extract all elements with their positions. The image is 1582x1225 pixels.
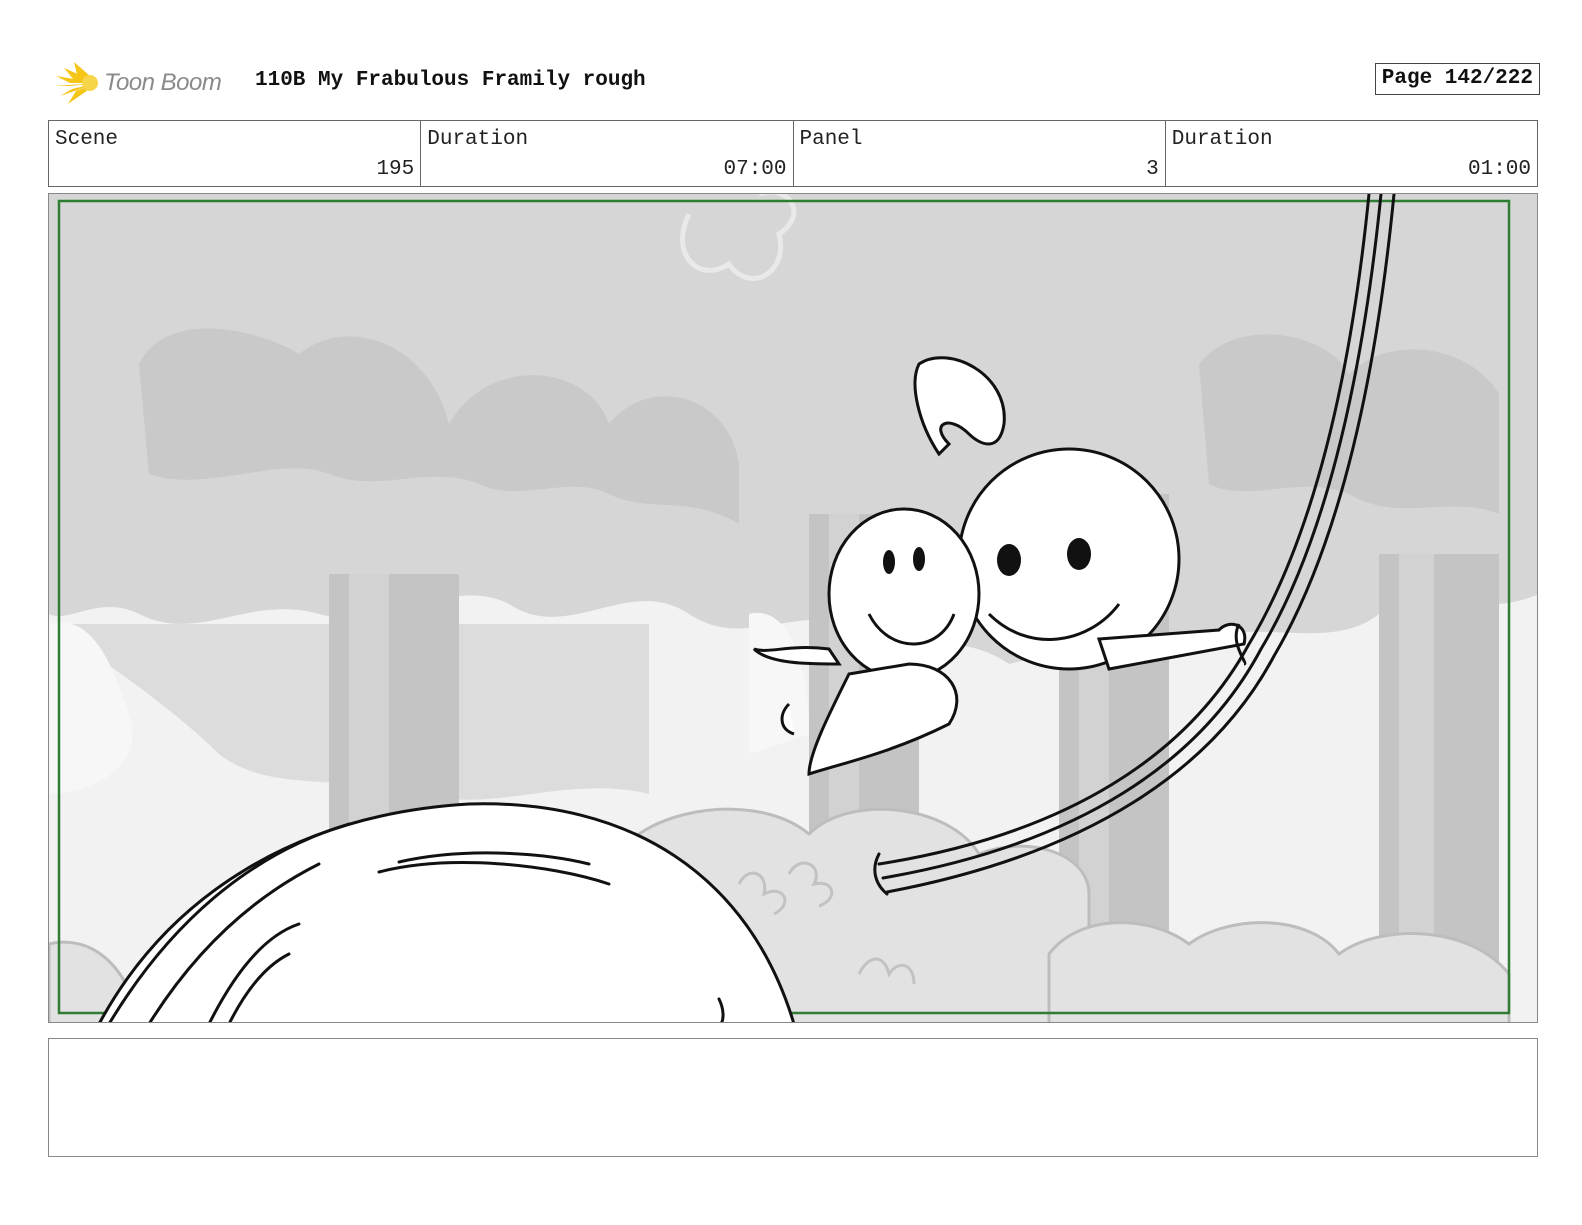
- panel-info-table: Scene 195 Duration 07:00 Panel 3 Duratio…: [48, 120, 1538, 187]
- scene-cell: Scene 195: [49, 121, 422, 186]
- scene-label: Scene: [55, 128, 119, 151]
- scene-duration-value: 07:00: [723, 158, 787, 181]
- scene-duration-label: Duration: [427, 128, 529, 151]
- scene-duration-cell: Duration 07:00: [421, 121, 794, 186]
- panel-value: 3: [1146, 158, 1159, 181]
- panel-label: Panel: [799, 128, 863, 151]
- panel-duration-cell: Duration 01:00: [1166, 121, 1537, 186]
- starburst-logo-icon: [54, 62, 98, 104]
- page-header: Toon Boom 110B My Frabulous Framily roug…: [50, 58, 1540, 108]
- panel-notes-box: [48, 1038, 1538, 1157]
- brand-name: Toon Boom: [104, 69, 222, 96]
- panel-duration-label: Duration: [1171, 128, 1273, 151]
- document-title: 110B My Frabulous Framily rough: [255, 69, 646, 92]
- page-number-badge: Page 142/222: [1374, 63, 1540, 95]
- toon-boom-logo: Toon Boom: [50, 58, 222, 108]
- panel-cell: Panel 3: [794, 121, 1166, 186]
- storyboard-panel-image: [48, 193, 1538, 1023]
- scene-value: 195: [376, 158, 415, 181]
- panel-drawing: [49, 194, 1537, 1022]
- panel-duration-value: 01:00: [1467, 158, 1531, 181]
